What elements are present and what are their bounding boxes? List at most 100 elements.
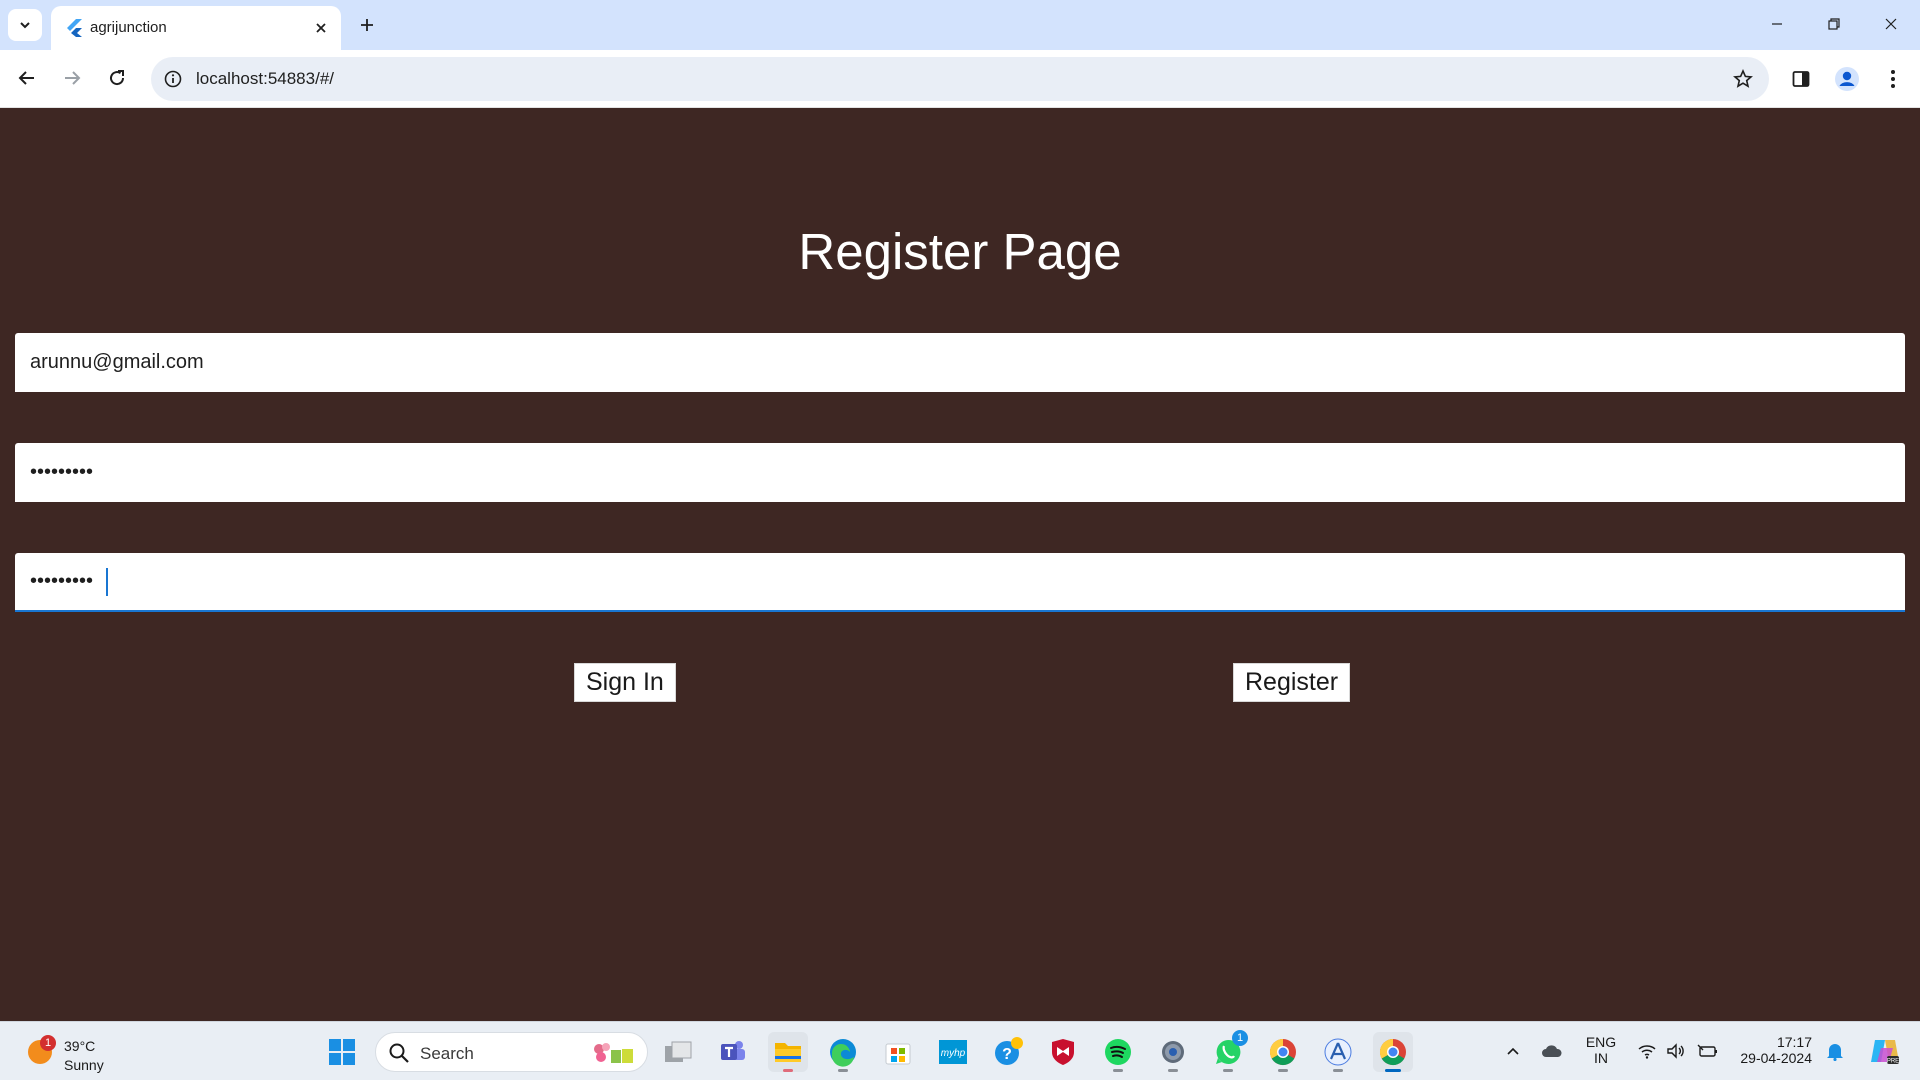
get-help-icon: ? xyxy=(995,1037,1023,1065)
tab-title: agrijunction xyxy=(90,19,167,36)
close-icon xyxy=(1885,18,1897,30)
running-indicator-active xyxy=(1385,1069,1401,1072)
search-icon xyxy=(389,1043,409,1063)
minimize-button[interactable] xyxy=(1754,8,1800,40)
taskbar-myhp[interactable]: myhp xyxy=(933,1032,973,1072)
taskbar-search[interactable]: Search xyxy=(375,1032,648,1072)
running-indicator xyxy=(1278,1069,1288,1072)
side-panel-button[interactable] xyxy=(1785,63,1817,95)
profile-icon xyxy=(1835,67,1859,91)
chevron-down-icon xyxy=(20,22,30,29)
cloud-icon xyxy=(1542,1045,1562,1057)
tab-strip: agrijunction xyxy=(0,0,1920,50)
svg-text:PRE: PRE xyxy=(1887,1059,1899,1065)
reload-button[interactable] xyxy=(101,62,133,94)
password-input[interactable] xyxy=(15,443,1905,502)
taskbar-chrome[interactable] xyxy=(1263,1032,1303,1072)
taskbar-settings[interactable] xyxy=(1153,1032,1193,1072)
reload-icon xyxy=(110,70,125,86)
taskbar-task-view[interactable] xyxy=(658,1032,698,1072)
taskbar-chrome-active[interactable] xyxy=(1373,1032,1413,1072)
flutter-icon xyxy=(67,19,82,37)
svg-text:?: ? xyxy=(1002,1046,1012,1063)
taskbar-store[interactable] xyxy=(878,1032,918,1072)
whatsapp-badge: 1 xyxy=(1232,1030,1248,1046)
clock-time: 17:17 xyxy=(1776,1034,1812,1050)
myhp-icon: myhp xyxy=(939,1040,967,1064)
file-explorer-icon xyxy=(775,1043,801,1062)
star-icon xyxy=(1733,69,1753,88)
show-hidden-icons-button[interactable] xyxy=(1502,1040,1524,1062)
tab-close-button[interactable] xyxy=(311,18,331,38)
clock[interactable]: 17:17 29-04-2024 xyxy=(1732,1034,1812,1066)
profile-button[interactable] xyxy=(1831,63,1863,95)
wifi-icon xyxy=(1638,1045,1656,1059)
close-window-button[interactable] xyxy=(1868,8,1914,40)
taskbar-mcafee[interactable] xyxy=(1043,1032,1083,1072)
taskbar-teams[interactable] xyxy=(713,1032,753,1072)
battery-icon xyxy=(1697,1044,1717,1057)
teams-icon xyxy=(721,1041,745,1060)
address-bar[interactable]: localhost:54883/#/ xyxy=(151,57,1769,101)
app-icon xyxy=(1324,1038,1352,1066)
weather-badge: 1 xyxy=(40,1035,56,1051)
taskbar-whatsapp[interactable]: 1 xyxy=(1208,1030,1248,1072)
running-indicator xyxy=(1113,1069,1123,1072)
register-button[interactable]: Register xyxy=(1233,663,1351,702)
running-indicator xyxy=(838,1069,848,1072)
taskbar-get-help[interactable]: ? xyxy=(988,1032,1028,1072)
new-tab-button[interactable] xyxy=(353,11,381,39)
battery-status[interactable] xyxy=(1697,1040,1719,1062)
onedrive-button[interactable] xyxy=(1541,1040,1563,1062)
region-code: IN xyxy=(1594,1050,1608,1066)
notifications-button[interactable] xyxy=(1824,1040,1846,1062)
wifi-status[interactable] xyxy=(1636,1040,1658,1062)
bookmark-button[interactable] xyxy=(1731,67,1755,91)
running-indicator xyxy=(1223,1069,1233,1072)
store-icon xyxy=(885,1043,911,1065)
taskbar-edge[interactable] xyxy=(823,1032,863,1072)
info-icon xyxy=(164,70,182,88)
settings-icon xyxy=(1162,1041,1184,1063)
tab-search-button[interactable] xyxy=(8,9,42,41)
taskbar-spotify[interactable] xyxy=(1098,1032,1138,1072)
browser-tab[interactable]: agrijunction xyxy=(51,6,341,50)
copilot-icon: PRE xyxy=(1871,1040,1899,1065)
task-view-icon xyxy=(665,1041,692,1062)
mcafee-icon xyxy=(1052,1039,1074,1065)
restore-icon xyxy=(1828,18,1840,30)
volume-status[interactable] xyxy=(1665,1040,1687,1062)
windows-taskbar: 1 39°C Sunny Search myhp ? 1 ENG IN 17:1… xyxy=(0,1021,1920,1080)
forward-button[interactable] xyxy=(56,62,88,94)
taskbar-file-explorer[interactable] xyxy=(768,1032,808,1072)
weather-condition: Sunny xyxy=(64,1057,104,1073)
spotify-icon xyxy=(1105,1039,1131,1065)
restore-button[interactable] xyxy=(1811,8,1857,40)
clock-date: 29-04-2024 xyxy=(1740,1050,1812,1066)
bell-icon xyxy=(1827,1044,1843,1061)
site-info-button[interactable] xyxy=(162,68,184,90)
weather-widget[interactable]: 1 39°C Sunny xyxy=(24,1030,144,1074)
chrome-icon xyxy=(1269,1038,1296,1066)
confirm-password-input[interactable] xyxy=(15,553,1905,610)
edge-icon xyxy=(830,1039,856,1067)
language-indicator[interactable]: ENG IN xyxy=(1578,1034,1624,1066)
running-indicator xyxy=(1168,1069,1178,1072)
volume-icon xyxy=(1667,1043,1684,1059)
email-input[interactable] xyxy=(15,333,1905,392)
email-field[interactable] xyxy=(15,333,1905,392)
confirm-password-field[interactable] xyxy=(15,553,1905,612)
language-code: ENG xyxy=(1585,1034,1617,1050)
url-text: localhost:54883/#/ xyxy=(196,69,334,88)
svg-text:myhp: myhp xyxy=(941,1048,966,1059)
taskbar-app[interactable] xyxy=(1318,1032,1358,1072)
start-button[interactable] xyxy=(322,1032,362,1072)
chrome-menu-button[interactable] xyxy=(1877,63,1909,95)
password-field[interactable] xyxy=(15,443,1905,502)
back-button[interactable] xyxy=(11,62,43,94)
search-highlight-icon xyxy=(594,1043,633,1063)
chrome-active-icon xyxy=(1379,1038,1406,1066)
sign-in-button[interactable]: Sign In xyxy=(574,663,676,702)
copilot-button[interactable]: PRE xyxy=(1868,1035,1902,1067)
start-icon xyxy=(329,1039,355,1065)
